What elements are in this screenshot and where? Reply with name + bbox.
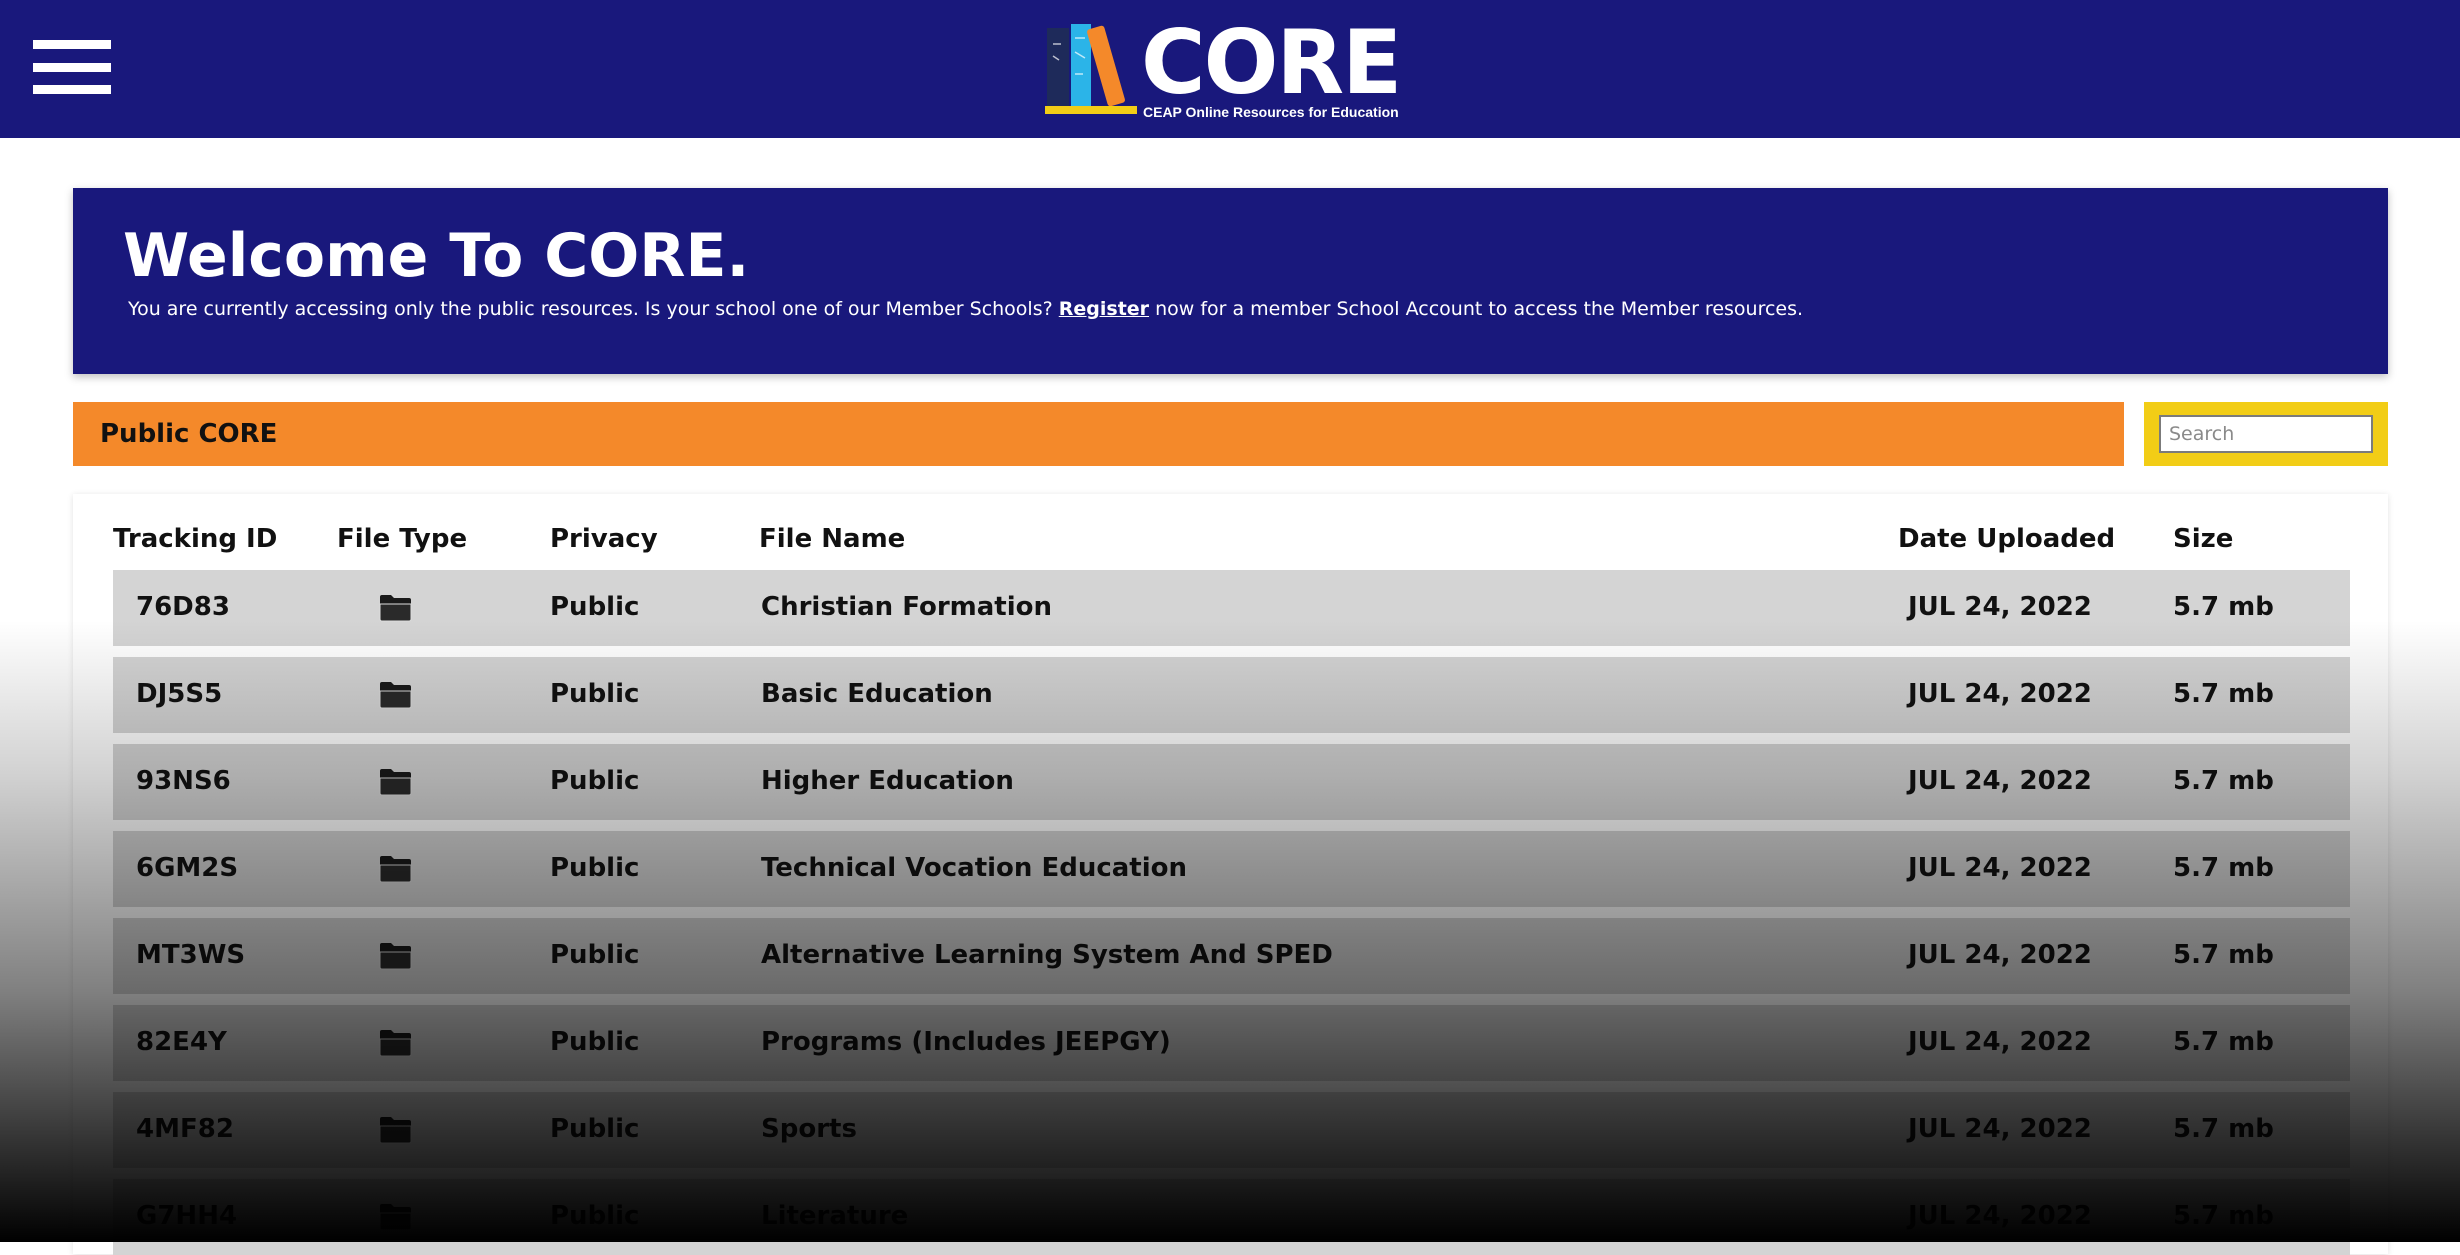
tracking-id-cell: MT3WS [136,940,246,970]
tracking-id-cell: 4MF82 [136,1114,234,1144]
table-row[interactable]: G7HH4 Public Literature JUL 24, 2022 5.7 mb [113,1179,2350,1255]
date-uploaded-cell: JUL 24, 2022 [1908,1201,2092,1231]
folder-icon [379,595,412,622]
date-uploaded-cell: JUL 24, 2022 [1908,592,2092,622]
file-name-cell: Higher Education [761,766,1014,796]
column-header-tracking-id[interactable]: Tracking ID [113,524,277,554]
welcome-text-before: You are currently accessing only the pub… [128,298,1053,320]
tracking-id-cell: 76D83 [136,592,230,622]
table-row[interactable]: 93NS6 Public Higher Education JUL 24, 2022 5… [113,744,2350,820]
privacy-cell: Public [550,592,640,622]
tracking-id-cell: 93NS6 [136,766,231,796]
search-container [2144,402,2388,466]
privacy-cell: Public [550,940,640,970]
menu-line [33,40,111,49]
column-header-file-type[interactable]: File Type [337,524,467,554]
table-row[interactable]: 6GM2S Public Technical Vocation Education J… [113,831,2350,907]
table-row[interactable]: 82E4Y Public Programs (Includes JEEPGY) JUL… [113,1005,2350,1081]
hamburger-menu-icon[interactable] [33,40,111,94]
folder-icon [379,682,412,709]
privacy-cell: Public [550,1114,640,1144]
privacy-cell: Public [550,679,640,709]
logo-word: CORE [1141,11,1402,114]
date-uploaded-cell: JUL 24, 2022 [1908,940,2092,970]
date-uploaded-cell: JUL 24, 2022 [1908,1027,2092,1057]
table-row[interactable]: MT3WS Public Alternative Learning System A… [113,918,2350,994]
tracking-id-cell: G7HH4 [136,1201,238,1231]
privacy-cell: Public [550,766,640,796]
column-header-date-uploaded[interactable]: Date Uploaded [1898,524,2115,554]
privacy-cell: Public [550,1201,640,1231]
column-header-privacy[interactable]: Privacy [550,524,658,554]
file-name-cell: Technical Vocation Education [761,853,1188,883]
size-cell: 5.7 mb [2173,766,2274,796]
folder-icon [379,1204,412,1231]
size-cell: 5.7 mb [2173,679,2274,709]
file-name-cell: Christian Formation [761,592,1052,622]
welcome-message: You are currently accessing only the pub… [128,298,1803,320]
folder-icon [379,856,412,883]
top-navbar: CORE CEAP Online Resources for Education [0,0,2460,138]
folder-icon [379,769,412,796]
table-row[interactable]: 4MF82 Public Sports JUL 24, 2022 5.7 mb [113,1092,2350,1168]
core-logo[interactable]: CORE CEAP Online Resources for Education [1045,11,1402,120]
file-name-cell: Basic Education [761,679,993,709]
table-row[interactable]: 76D83 Public Christian Formation JUL 24, 20… [113,570,2350,646]
size-cell: 5.7 mb [2173,940,2274,970]
date-uploaded-cell: JUL 24, 2022 [1908,853,2092,883]
privacy-cell: Public [550,853,640,883]
search-input[interactable] [2159,415,2373,453]
menu-line [33,85,111,94]
tracking-id-cell: 82E4Y [136,1027,227,1057]
size-cell: 5.7 mb [2173,592,2274,622]
books-logo-icon [1045,24,1137,114]
file-name-cell: Programs (Includes JEEPGY) [761,1027,1171,1057]
size-cell: 5.7 mb [2173,853,2274,883]
folder-icon [379,1030,412,1057]
section-header: Public CORE [73,402,2124,466]
size-cell: 5.7 mb [2173,1201,2274,1231]
welcome-title: Welcome To CORE. [123,221,750,291]
register-link[interactable]: Register [1059,298,1149,320]
file-name-cell: Literature [761,1201,909,1231]
date-uploaded-cell: JUL 24, 2022 [1908,679,2092,709]
size-cell: 5.7 mb [2173,1114,2274,1144]
folder-icon [379,943,412,970]
logo-tagline: CEAP Online Resources for Education [1143,104,1399,120]
size-cell: 5.7 mb [2173,1027,2274,1057]
privacy-cell: Public [550,1027,640,1057]
welcome-banner: Welcome To CORE. You are currently acces… [73,188,2388,374]
date-uploaded-cell: JUL 24, 2022 [1908,1114,2092,1144]
column-header-size[interactable]: Size [2173,524,2233,554]
date-uploaded-cell: JUL 24, 2022 [1908,766,2092,796]
resources-table: Tracking ID File Type Privacy File Name … [73,494,2388,1255]
menu-line [33,62,111,72]
table-row[interactable]: DJ5S5 Public Basic Education JUL 24, 2022 5.… [113,657,2350,733]
folder-icon [379,1117,412,1144]
file-name-cell: Sports [761,1114,857,1144]
column-header-file-name[interactable]: File Name [759,524,905,554]
welcome-text-after: now for a member School Account to acces… [1155,298,1804,320]
tracking-id-cell: 6GM2S [136,853,239,883]
tracking-id-cell: DJ5S5 [136,679,223,709]
file-name-cell: Alternative Learning System And SPED [761,940,1333,970]
section-title: Public CORE [100,419,278,449]
